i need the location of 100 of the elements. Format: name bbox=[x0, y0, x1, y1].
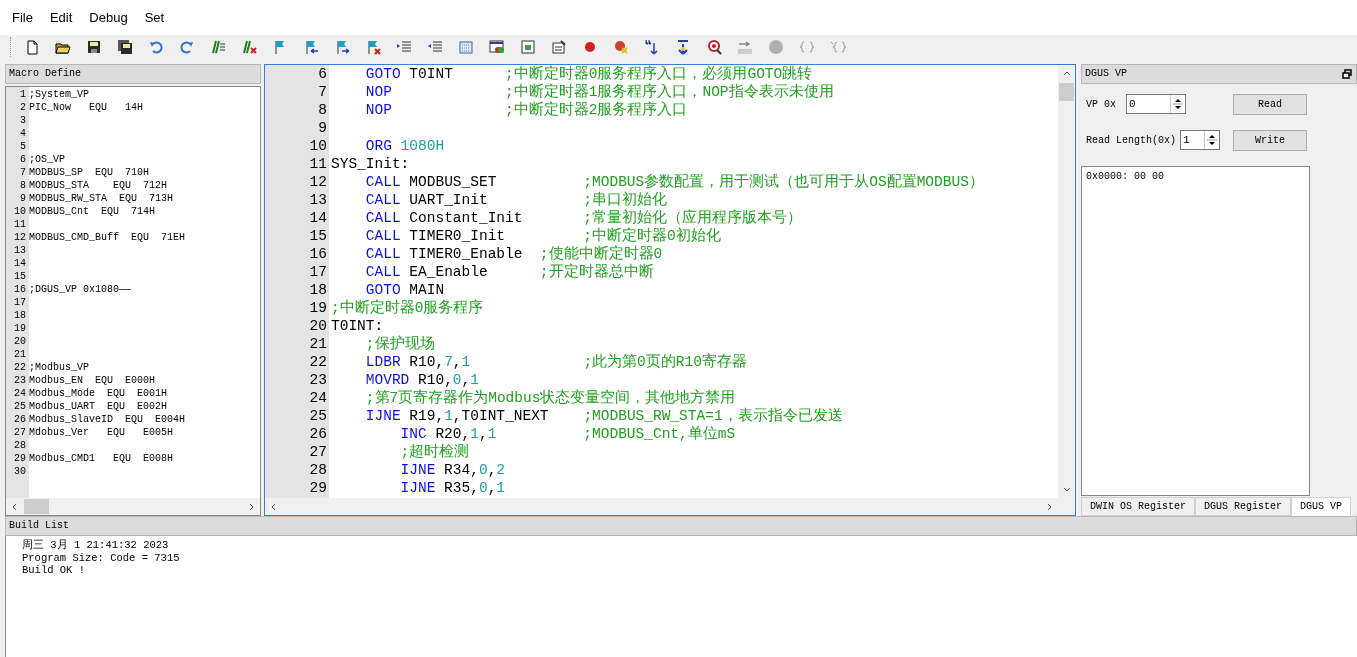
download-arrow-icon[interactable] bbox=[644, 39, 660, 55]
macro-line: ;Modbus_VP bbox=[29, 361, 89, 374]
macro-line: MODBUS_STA EQU 712H bbox=[29, 179, 168, 192]
line-number: 8 bbox=[317, 101, 327, 119]
spin-field[interactable]: 0 bbox=[1126, 94, 1186, 114]
line-number: 16 bbox=[13, 283, 26, 296]
reset-icon[interactable] bbox=[737, 39, 753, 55]
macro-line: MODBUS_Cnt EQU 714H bbox=[29, 205, 156, 218]
indent-icon[interactable] bbox=[396, 39, 412, 55]
spin-arrows-icon[interactable] bbox=[1207, 132, 1217, 148]
line-number: 25 bbox=[308, 407, 327, 425]
line-number: 24 bbox=[308, 389, 327, 407]
line-number: 12 bbox=[13, 231, 26, 244]
macro-line: PIC_Now EQU 14H bbox=[29, 101, 144, 114]
macro-line: Modbus_Mode EQU E001H bbox=[29, 387, 168, 400]
uncomment-icon[interactable] bbox=[241, 39, 257, 55]
spin-arrows-icon[interactable] bbox=[1173, 96, 1183, 112]
code-line: NOP ;中断定时器2服务程序入口 bbox=[364, 101, 688, 119]
redo-icon[interactable] bbox=[179, 39, 195, 55]
line-number: 26 bbox=[308, 425, 327, 443]
code-line: SYS_Init: bbox=[331, 155, 410, 173]
code-line: IJNE R19,1,T0INT_NEXT ;MODBUS_RW_STA=1，表示指令已发送 bbox=[364, 407, 843, 425]
build-output-line: Program Size: Code = 7315 bbox=[22, 551, 181, 564]
code-line: ;第7页寄存器作为Modbus状态变量空间，其他地方禁用 bbox=[364, 389, 736, 407]
line-number: 6 bbox=[19, 153, 26, 166]
line-number: 18 bbox=[13, 309, 26, 322]
line-number: 8 bbox=[19, 179, 26, 192]
line-number: 30 bbox=[13, 465, 26, 478]
line-number: 10 bbox=[13, 205, 26, 218]
menu-item[interactable]: Edit bbox=[49, 10, 73, 25]
flag-right-arrow-icon[interactable] bbox=[334, 39, 350, 55]
tab[interactable]: DGUS Register bbox=[1195, 497, 1292, 516]
line-number: 27 bbox=[13, 426, 26, 439]
line-number: 18 bbox=[308, 281, 327, 299]
save-icon[interactable] bbox=[86, 39, 102, 55]
macro-line: MODBUS_CMD_Buff EQU 71EH bbox=[29, 231, 186, 244]
menu-item[interactable]: File bbox=[12, 10, 33, 25]
code-line: CALL Constant_Init ;常量初始化（应用程序版本号） bbox=[364, 209, 803, 227]
line-number: 23 bbox=[308, 371, 327, 389]
tab[interactable]: DGUS VP bbox=[1291, 497, 1352, 516]
code-line: NOP ;中断定时器1服务程序入口，NOP指令表示未使用 bbox=[364, 83, 834, 101]
code-line: CALL TIMER0_Enable ;使能中断定时器0 bbox=[364, 245, 663, 263]
code-line: CALL UART_Init ;串口初始化 bbox=[364, 191, 668, 209]
code-line: LDBR R10,7,1 ;此为第0页的R10寄存器 bbox=[364, 353, 747, 371]
dot-cross-icon[interactable] bbox=[613, 39, 629, 55]
line-number: 17 bbox=[13, 296, 26, 309]
line-number: 24 bbox=[13, 387, 26, 400]
flag-left-arrow-icon[interactable] bbox=[303, 39, 319, 55]
line-number: 22 bbox=[13, 361, 26, 374]
macro-line: Modbus_UART EQU E002H bbox=[29, 400, 168, 413]
line-number: 1 bbox=[19, 88, 26, 101]
spin-field[interactable]: 1 bbox=[1180, 130, 1220, 150]
line-number: 11 bbox=[308, 155, 327, 173]
new-file-icon[interactable] bbox=[24, 39, 40, 55]
build-output-line: 周三 3月 1 21:41:32 2023 bbox=[22, 539, 170, 552]
undo-icon[interactable] bbox=[148, 39, 164, 55]
line-number: 10 bbox=[308, 137, 327, 155]
document-icon[interactable] bbox=[520, 39, 536, 55]
line-number: 20 bbox=[13, 335, 26, 348]
line-number: 28 bbox=[13, 439, 26, 452]
line-number: 12 bbox=[308, 173, 327, 191]
record-dot-icon[interactable] bbox=[582, 39, 598, 55]
code-line: IJNE R35,0,1 bbox=[399, 479, 506, 497]
properties-icon[interactable] bbox=[551, 39, 567, 55]
line-number: 28 bbox=[308, 461, 327, 479]
code-line: INC R20,1,1 ;MODBUS_Cnt,单位mS bbox=[399, 425, 736, 443]
tab[interactable]: DWIN OS Register bbox=[1081, 497, 1195, 516]
line-number: 7 bbox=[317, 83, 327, 101]
window-chart-icon[interactable] bbox=[489, 39, 505, 55]
scrollbar-thumb[interactable] bbox=[24, 499, 49, 514]
line-number: 17 bbox=[308, 263, 327, 281]
scrollbar-thumb[interactable] bbox=[1059, 83, 1074, 101]
line-number: 13 bbox=[308, 191, 327, 209]
restore-window-icon[interactable] bbox=[1342, 69, 1352, 79]
code-line: ;保护现场 bbox=[364, 335, 435, 353]
menu-item[interactable]: Debug bbox=[89, 10, 128, 25]
outdent-icon[interactable] bbox=[427, 39, 443, 55]
read-button[interactable]: Read bbox=[1233, 93, 1307, 115]
load-icon[interactable] bbox=[675, 39, 691, 55]
code-line: ORG 1080H bbox=[364, 137, 445, 155]
line-number: 21 bbox=[308, 335, 327, 353]
menu-item[interactable]: Set bbox=[144, 10, 165, 25]
save-all-icon[interactable] bbox=[117, 39, 133, 55]
code-line: GOTO MAIN bbox=[364, 281, 445, 299]
flag-delete-icon[interactable] bbox=[365, 39, 381, 55]
line-number: 4 bbox=[19, 127, 26, 140]
comment-lines-icon[interactable] bbox=[210, 39, 226, 55]
write-button[interactable]: Write bbox=[1233, 129, 1307, 151]
line-number: 13 bbox=[13, 244, 26, 257]
line-number: 3 bbox=[19, 114, 26, 127]
code-line: CALL TIMER0_Init ;中断定时器0初始化 bbox=[364, 227, 721, 245]
line-number: 7 bbox=[19, 166, 26, 179]
line-number: 21 bbox=[13, 348, 26, 361]
line-number: 11 bbox=[13, 218, 26, 231]
macro-line: ;System_VP bbox=[29, 88, 89, 101]
line-number: 26 bbox=[13, 413, 26, 426]
magnifier-icon[interactable] bbox=[706, 39, 722, 55]
build-output-line: Build OK ! bbox=[22, 564, 86, 577]
line-number: 22 bbox=[308, 353, 327, 371]
macro-line: ;DGUS_VP 0x1080—— bbox=[29, 283, 132, 296]
